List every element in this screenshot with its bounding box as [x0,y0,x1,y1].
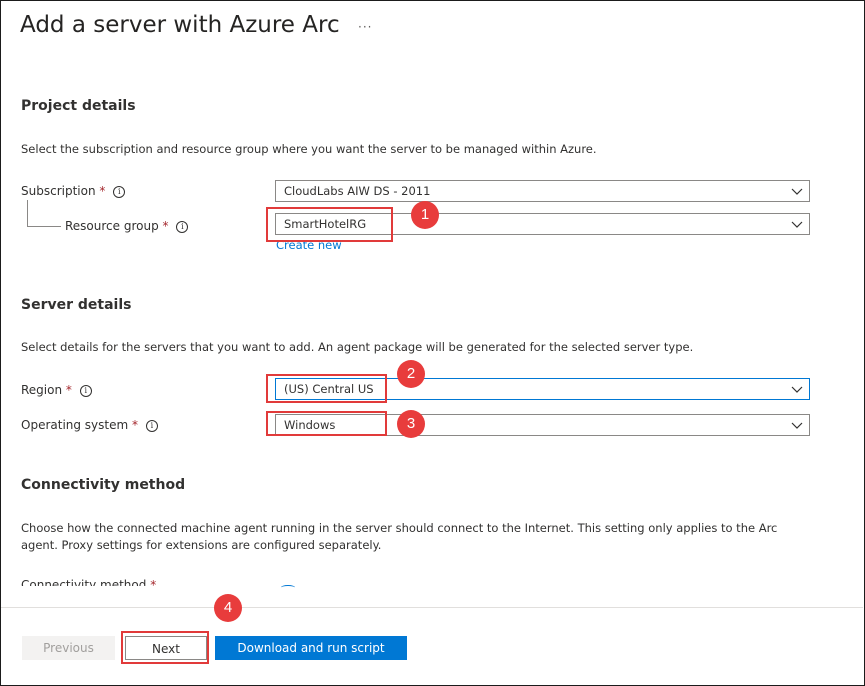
chevron-down-icon [791,422,803,429]
callout-highlight [121,631,209,664]
region-label: Region * i [21,383,92,397]
tree-connector [27,200,28,226]
tree-connector [27,226,61,227]
operating-system-label: Operating system * i [21,418,158,432]
info-icon [281,585,295,590]
project-details-description: Select the subscription and resource gro… [21,142,597,156]
resource-group-label-text: Resource group [65,219,159,233]
required-marker: * [150,578,157,586]
callout-badge: 1 [411,201,439,229]
connectivity-description-line2: agent. Proxy settings for extensions are… [21,538,382,552]
chevron-down-icon [791,386,803,393]
callout-badge: 2 [397,360,425,388]
info-icon[interactable]: i [145,419,158,432]
subscription-label-text: Subscription [21,184,96,198]
info-icon[interactable]: i [176,220,189,233]
info-icon[interactable]: i [79,384,92,397]
subscription-label: Subscription * i [21,184,126,198]
connectivity-description-line1: Choose how the connected machine agent r… [21,521,778,535]
resource-group-label: Resource group * i [65,219,189,233]
required-marker: * [65,383,72,397]
connectivity-method-label-text: Connectivity method [21,578,147,586]
callout-highlight [266,411,387,436]
callout-badge: 4 [214,594,242,622]
more-options-icon[interactable]: ··· [358,20,372,34]
download-and-run-script-button[interactable]: Download and run script [215,636,407,660]
callout-highlight [266,374,387,403]
required-marker: * [132,418,139,432]
server-details-description: Select details for the servers that you … [21,340,694,354]
subscription-value: CloudLabs AIW DS - 2011 [284,184,431,198]
connectivity-method-label: Connectivity method * [21,578,156,586]
region-label-text: Region [21,383,63,397]
chevron-down-icon [791,221,803,228]
callout-highlight [266,207,393,242]
footer-divider [1,607,863,608]
project-details-heading: Project details [21,98,136,114]
connectivity-heading: Connectivity method [21,477,186,493]
required-marker: * [99,184,106,198]
server-details-heading: Server details [21,297,132,313]
subscription-dropdown[interactable]: CloudLabs AIW DS - 2011 [275,180,810,202]
page-title: Add a server with Azure Arc [20,12,340,38]
operating-system-label-text: Operating system [21,418,129,432]
required-marker: * [162,219,169,233]
info-icon[interactable]: i [113,185,126,198]
callout-badge: 3 [397,410,425,438]
chevron-down-icon [791,188,803,195]
previous-button[interactable]: Previous [22,636,115,660]
